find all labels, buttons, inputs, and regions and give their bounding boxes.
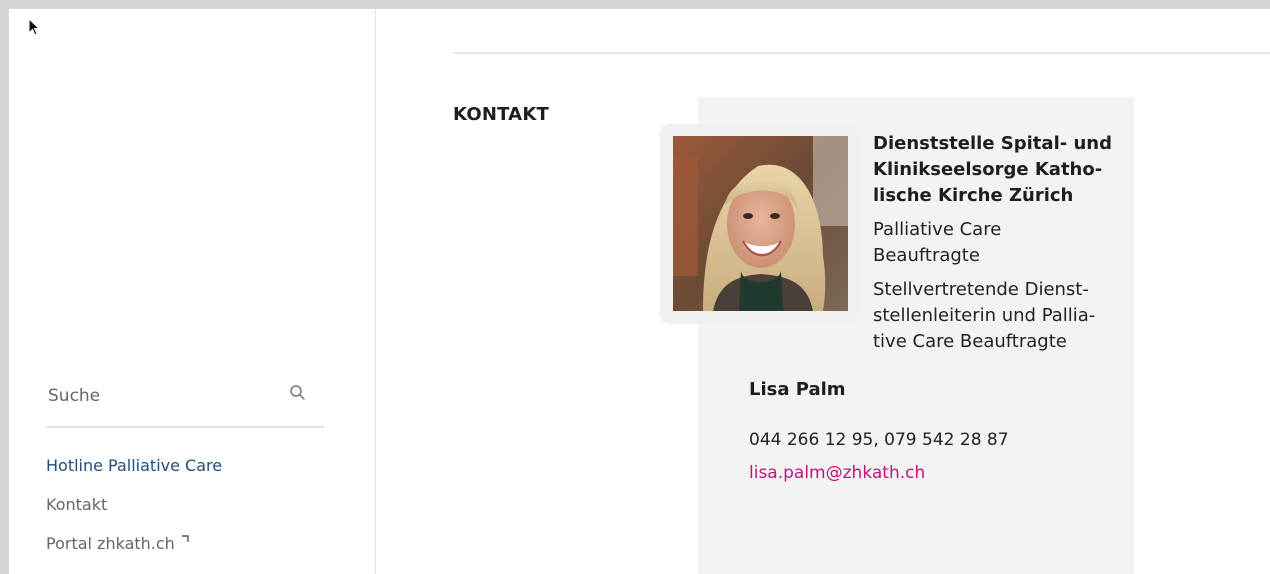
sidebar-item-label: Portal zhkath.ch xyxy=(46,534,175,553)
role-line: tive Care Beauftragte xyxy=(873,331,1067,352)
sidebar-item-kontakt[interactable]: Kontakt xyxy=(46,495,222,515)
sidebar-item-label: Kontakt xyxy=(46,495,108,514)
contact-email-link[interactable]: lisa.palm@zhkath.ch xyxy=(749,463,925,483)
org-line: lische Kirche Zürich xyxy=(873,185,1074,206)
role-line: Stellvertretende Dienst- xyxy=(873,279,1089,300)
external-link-icon xyxy=(181,535,189,542)
section-title: KONTAKT xyxy=(453,104,549,125)
window-frame-top xyxy=(0,0,1270,9)
role-line: Beauftragte xyxy=(873,245,980,266)
sidebar-nav: Hotline Palliative Care Kontakt Portal z… xyxy=(46,456,222,573)
search-input[interactable] xyxy=(46,380,290,412)
sidebar-item-portal-zhkath[interactable]: Portal zhkath.ch xyxy=(46,534,222,554)
role-line: stellenleiterin und Pallia- xyxy=(873,305,1096,326)
contact-role-primary: Palliative Care Beauftragte xyxy=(873,217,1131,269)
window-frame-left xyxy=(0,0,9,574)
sidebar-item-label: Hotline Palliative Care xyxy=(46,456,223,475)
org-line: Dienststelle Spital- und xyxy=(873,133,1112,154)
sidebar-item-hotline-palliative-care[interactable]: Hotline Palliative Care xyxy=(46,456,222,476)
contact-photo xyxy=(673,136,848,311)
contact-phone: 044 266 12 95, 079 542 28 87 xyxy=(749,430,1009,450)
org-line: Klinikseelsorge Katho- xyxy=(873,159,1103,180)
contact-role-secondary: Stellvertretende Dienst- stellenleiterin… xyxy=(873,277,1131,355)
search-icon[interactable] xyxy=(289,384,307,402)
contact-organization: Dienststelle Spital- und Klinikseelsorge… xyxy=(873,131,1131,209)
header-divider xyxy=(453,52,1270,54)
search-box xyxy=(46,374,324,428)
role-line: Palliative Care xyxy=(873,219,1002,240)
contact-name: Lisa Palm xyxy=(749,379,846,400)
